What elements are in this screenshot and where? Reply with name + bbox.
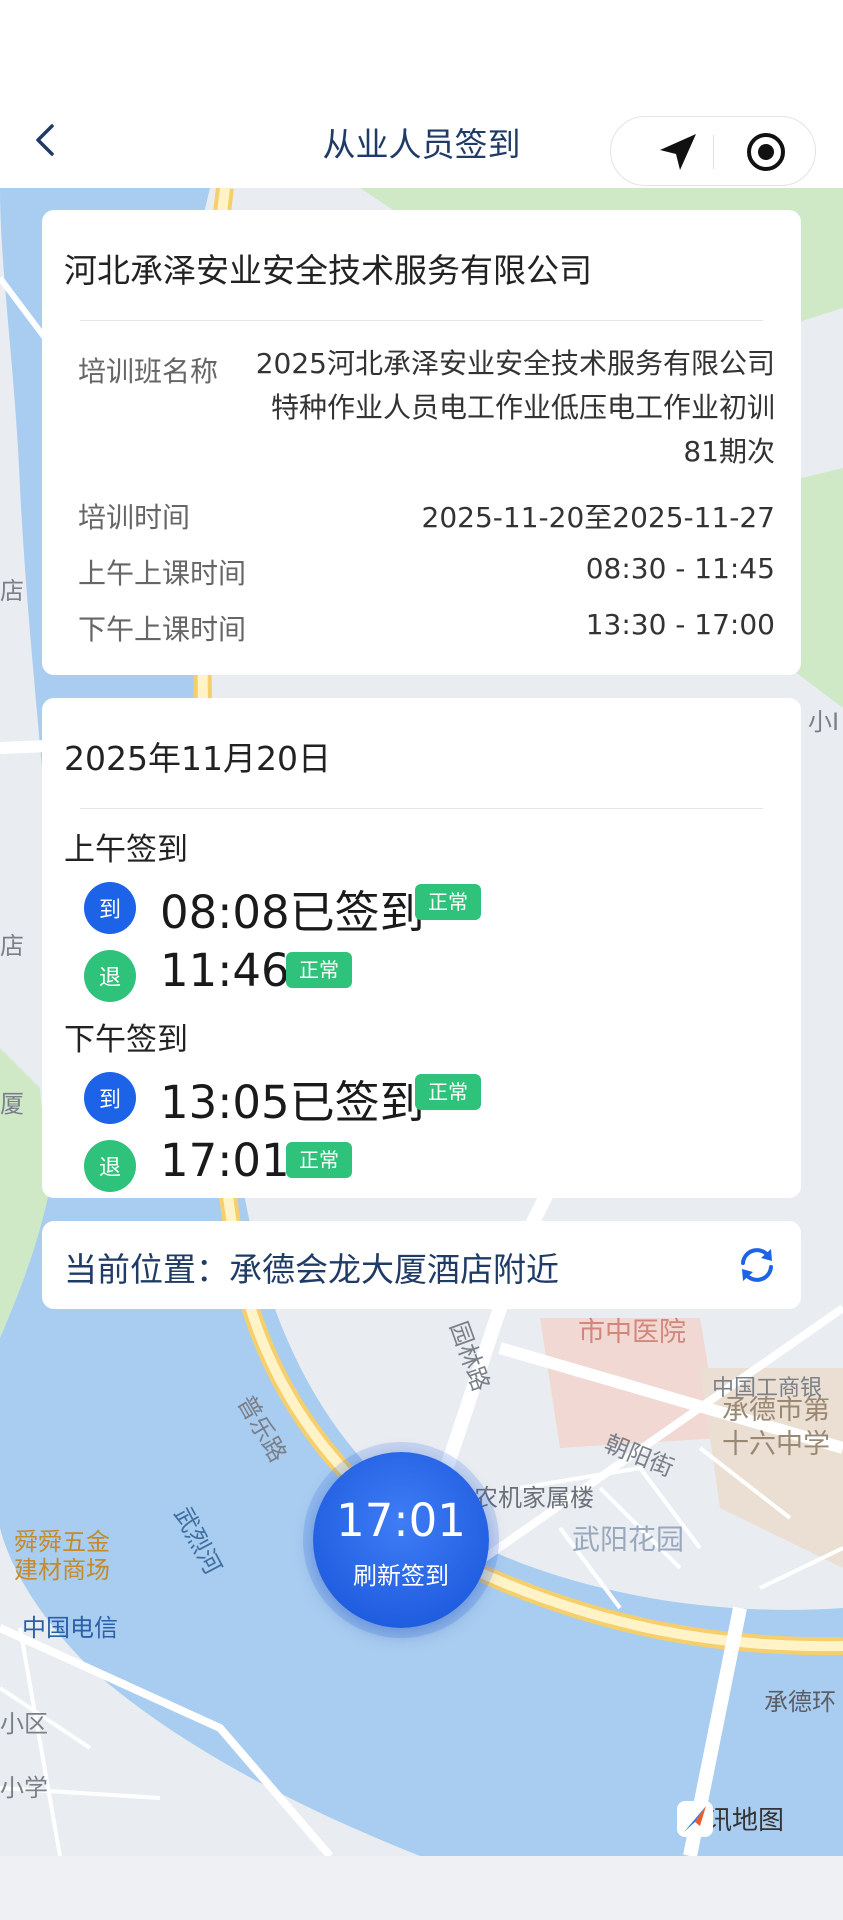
- status-tag: 正常: [415, 1074, 481, 1110]
- check-out-badge: 退: [84, 1140, 136, 1192]
- map-label: 十六中学: [722, 1429, 830, 1460]
- map-label: 店: [0, 932, 24, 960]
- afternoon-session-title: 下午签到: [64, 1022, 188, 1058]
- target-circle-icon: [747, 133, 785, 171]
- morning-class-time-label: 上午上课时间: [78, 557, 247, 590]
- status-tag: 正常: [286, 1142, 352, 1178]
- afternoon-class-time-label: 下午上课时间: [78, 613, 247, 646]
- card-divider: [80, 808, 763, 809]
- map-label: 建材商场: [14, 1556, 110, 1584]
- navigation-bar: 从业人员签到: [0, 0, 843, 188]
- map-label: 小区: [0, 1710, 48, 1738]
- map-provider-logo: 腾讯地图: [676, 1800, 784, 1837]
- refresh-sign-in-button[interactable]: 17:01 刷新签到: [313, 1452, 489, 1628]
- morning-check-out-text: 11:46: [160, 944, 290, 997]
- map-label: 农机家属楼: [474, 1484, 594, 1512]
- map-label: 店: [0, 577, 24, 605]
- company-name: 河北承泽安业安全技术服务有限公司: [64, 251, 592, 290]
- class-name-label: 培训班名称: [78, 355, 219, 388]
- capsule-menu: [610, 116, 816, 186]
- class-name-value: 2025河北承泽安业安全技术服务有限公司特种作业人员电工作业低压电工作业初训81…: [255, 347, 775, 468]
- card-divider: [80, 320, 763, 321]
- status-tag: 正常: [415, 884, 481, 920]
- location-card: 当前位置：承德会龙大厦酒店附近: [42, 1221, 801, 1309]
- attendance-card: 2025年11月20日 上午签到 到 08:08已签到 正常 退 11:46 正…: [42, 698, 801, 1198]
- refresh-icon: [741, 1248, 773, 1282]
- capsule-divider: [713, 135, 714, 169]
- navigation-arrow-icon: [660, 134, 696, 170]
- sign-button-label: 刷新签到: [353, 1562, 449, 1590]
- record-button[interactable]: [721, 127, 811, 177]
- map-label: 中国电信: [22, 1614, 118, 1642]
- afternoon-check-in-text: 13:05已签到: [160, 1076, 425, 1129]
- check-in-badge: 到: [84, 1072, 136, 1124]
- attendance-date: 2025年11月20日: [64, 739, 331, 778]
- afternoon-class-time-value: 13:30 - 17:00: [585, 608, 775, 641]
- bottom-safe-area: [0, 1856, 843, 1920]
- map-label: 小学: [0, 1774, 48, 1802]
- location-button[interactable]: [633, 127, 723, 177]
- check-out-badge: 退: [84, 950, 136, 1002]
- current-location-text: 当前位置：承德会龙大厦酒店附近: [64, 1250, 559, 1289]
- map-label: 中国工商银: [712, 1376, 823, 1401]
- check-in-badge: 到: [84, 882, 136, 934]
- training-period-label: 培训时间: [78, 501, 191, 534]
- afternoon-check-out-text: 17:01: [160, 1134, 290, 1187]
- map-label: 小I: [808, 708, 840, 736]
- map-label: 厦: [0, 1090, 24, 1118]
- status-tag: 正常: [286, 952, 352, 988]
- map-label: 市中医院: [578, 1317, 686, 1348]
- compass-logo-icon: [677, 1801, 713, 1837]
- morning-check-in-text: 08:08已签到: [160, 886, 425, 939]
- morning-class-time-value: 08:30 - 11:45: [585, 552, 775, 585]
- training-period-value: 2025-11-20至2025-11-27: [421, 501, 775, 534]
- map-label: 武阳花园: [572, 1523, 685, 1556]
- training-info-card: 河北承泽安业安全技术服务有限公司 培训班名称 2025河北承泽安业安全技术服务有…: [42, 210, 801, 675]
- morning-session-title: 上午签到: [64, 832, 188, 868]
- sign-button-time: 17:01: [336, 1494, 466, 1547]
- refresh-location-button[interactable]: [735, 1243, 779, 1287]
- map-label: 承德环: [764, 1688, 836, 1716]
